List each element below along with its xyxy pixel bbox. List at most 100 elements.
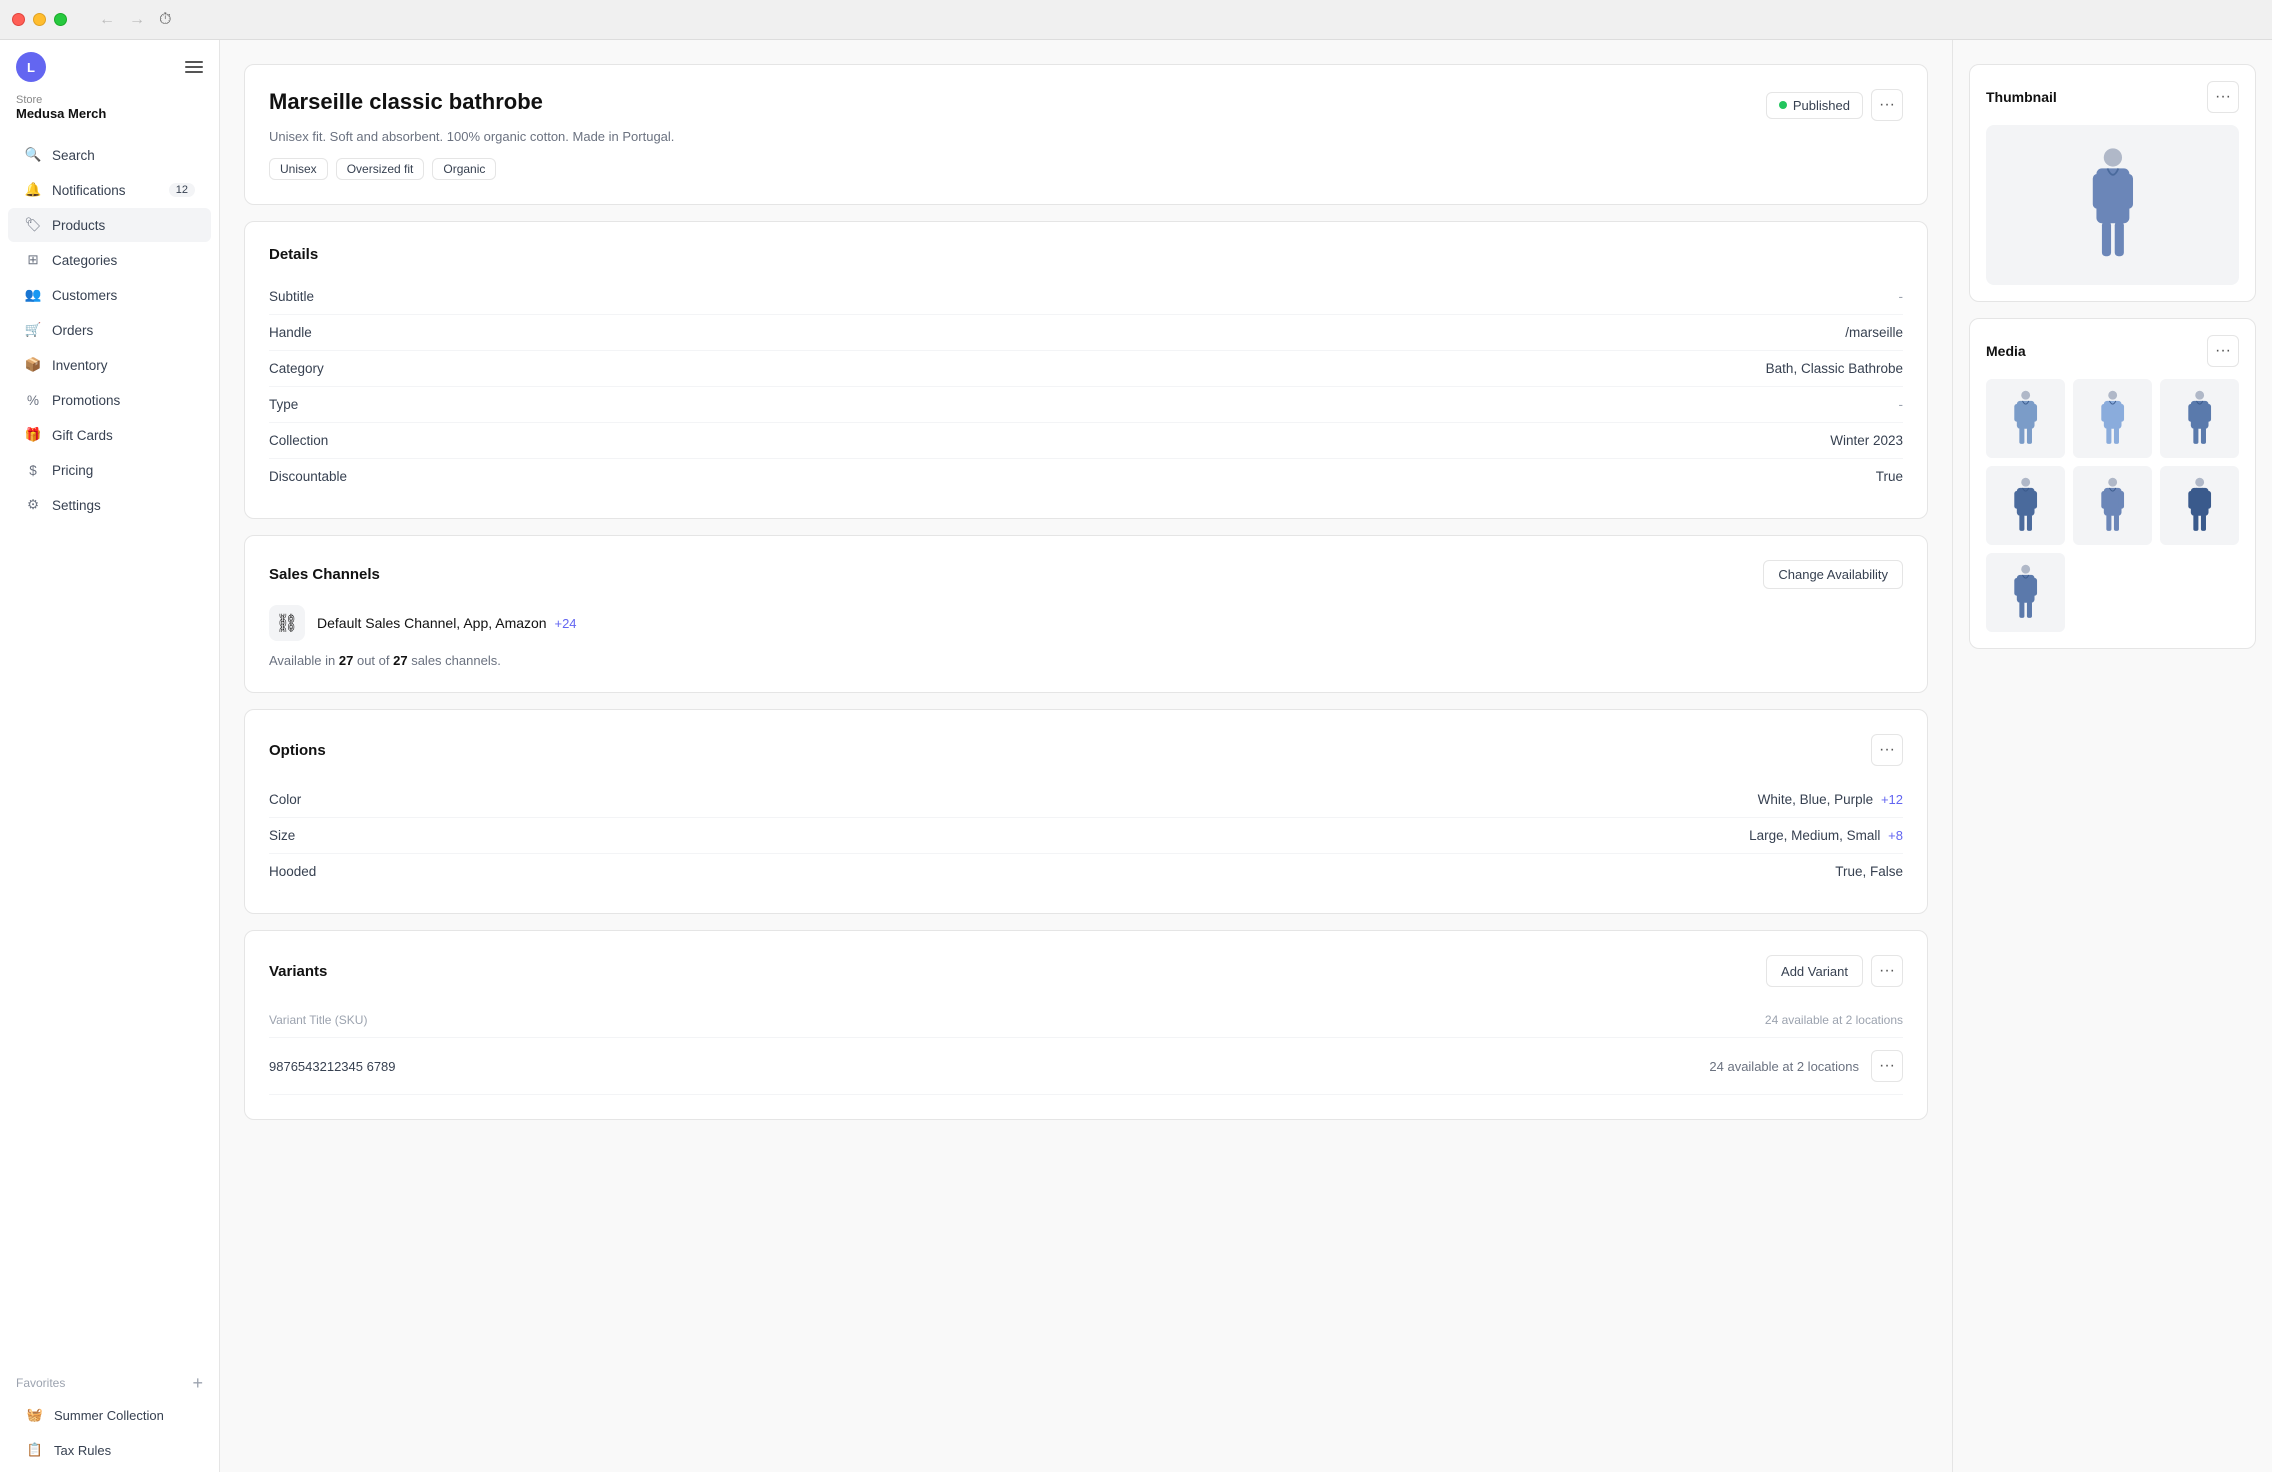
thumbnail-title: Thumbnail [1986, 89, 2057, 105]
detail-value: - [1899, 289, 1904, 304]
option-extra: +12 [1881, 792, 1903, 807]
favorites-item-tax-rules[interactable]: 📋 Tax Rules [16, 1433, 203, 1467]
sidebar-item-orders[interactable]: 🛒 Orders [8, 313, 211, 347]
thumbnail-more-button[interactable]: ··· [2207, 81, 2239, 113]
product-tags: UnisexOversized fitOrganic [269, 158, 1903, 180]
media-thumbnail[interactable] [1986, 466, 2065, 545]
option-value-container: Large, Medium, Small +8 [1749, 828, 1903, 843]
sidebar-item-categories[interactable]: ⊞ Categories [8, 243, 211, 277]
detail-row: Type - [269, 387, 1903, 423]
favorites-label: Favorites [16, 1376, 65, 1390]
variants-card: Variants Add Variant ··· Variant Title (… [244, 930, 1928, 1120]
favorite-label: Summer Collection [54, 1408, 164, 1423]
shopping-cart-icon: 🛒 [24, 321, 42, 339]
detail-label: Subtitle [269, 289, 314, 304]
detail-row: Handle /marseille [269, 315, 1903, 351]
option-label: Size [269, 828, 295, 843]
detail-row: Subtitle - [269, 279, 1903, 315]
favorite-icon: 📋 [24, 1439, 46, 1461]
variants-actions: Add Variant ··· [1766, 955, 1903, 987]
media-person-svg [2000, 561, 2051, 624]
available-suffix: sales channels. [411, 653, 501, 668]
option-row: Color White, Blue, Purple +12 [269, 782, 1903, 818]
favorites-add-button[interactable]: + [192, 1374, 203, 1392]
sidebar-item-inventory[interactable]: 📦 Inventory [8, 348, 211, 382]
thumbnail-image[interactable] [1986, 125, 2239, 285]
media-thumbnail[interactable] [1986, 379, 2065, 458]
hamburger-menu[interactable] [185, 61, 203, 73]
option-value: White, Blue, Purple [1758, 792, 1874, 807]
sidebar-item-pricing[interactable]: $ Pricing [8, 453, 211, 487]
sidebar-item-label: Orders [52, 323, 93, 338]
detail-row: Discountable True [269, 459, 1903, 494]
detail-row: Category Bath, Classic Bathrobe [269, 351, 1903, 387]
sidebar-nav: 🔍 Search 🔔 Notifications 12 🏷 Products ⊞… [0, 133, 219, 1362]
options-card: Options ··· Color White, Blue, Purple +1… [244, 709, 1928, 914]
sidebar-item-products[interactable]: 🏷 Products [8, 208, 211, 242]
product-description: Unisex fit. Soft and absorbent. 100% org… [269, 129, 1903, 144]
header-actions: Published ··· [1766, 89, 1903, 121]
tag-icon: 🏷 [24, 216, 42, 234]
options-header: Options ··· [269, 734, 1903, 766]
avatar[interactable]: L [16, 52, 46, 82]
sidebar-item-search[interactable]: 🔍 Search [8, 138, 211, 172]
change-availability-button[interactable]: Change Availability [1763, 560, 1903, 589]
sidebar-item-settings[interactable]: ⚙ Settings [8, 488, 211, 522]
search-icon: 🔍 [24, 146, 42, 164]
details-section: Details Subtitle - Handle /marseille Cat… [269, 246, 1903, 494]
product-more-button[interactable]: ··· [1871, 89, 1903, 121]
detail-value: - [1899, 397, 1904, 412]
settings-icon: ⚙ [24, 496, 42, 514]
sales-channel-extra: +24 [554, 616, 576, 631]
back-button[interactable]: ← [95, 9, 119, 31]
media-thumbnail[interactable] [1986, 553, 2065, 632]
media-thumbnail[interactable] [2073, 466, 2152, 545]
detail-label: Type [269, 397, 298, 412]
maximize-button[interactable] [54, 13, 67, 26]
percent-icon: % [24, 391, 42, 409]
sidebar-item-customers[interactable]: 👥 Customers [8, 278, 211, 312]
option-label: Hooded [269, 864, 316, 879]
favorites-item-summer-collection[interactable]: 🧺 Summer Collection [16, 1398, 203, 1432]
product-title: Marseille classic bathrobe [269, 89, 543, 115]
detail-value: Bath, Classic Bathrobe [1766, 361, 1903, 376]
forward-button[interactable]: → [125, 9, 149, 31]
center-column: Marseille classic bathrobe Published ···… [220, 40, 1952, 1472]
media-header: Media ··· [1986, 335, 2239, 367]
product-tag: Organic [432, 158, 496, 180]
media-card: Media ··· [1969, 318, 2256, 649]
close-button[interactable] [12, 13, 25, 26]
media-thumbnail[interactable] [2160, 379, 2239, 458]
sidebar-item-label: Promotions [52, 393, 120, 408]
sidebar-item-promotions[interactable]: % Promotions [8, 383, 211, 417]
details-card: Details Subtitle - Handle /marseille Cat… [244, 221, 1928, 519]
sidebar-item-label: Pricing [52, 463, 93, 478]
minimize-button[interactable] [33, 13, 46, 26]
sidebar-item-gift-cards[interactable]: 🎁 Gift Cards [8, 418, 211, 452]
variants-title: Variants [269, 963, 327, 980]
variants-header: Variants Add Variant ··· [269, 955, 1903, 987]
product-header-card: Marseille classic bathrobe Published ···… [244, 64, 1928, 205]
media-more-button[interactable]: ··· [2207, 335, 2239, 367]
detail-label: Discountable [269, 469, 347, 484]
history-button[interactable]: ⏱ [155, 9, 175, 31]
media-thumbnail[interactable] [2160, 466, 2239, 545]
media-thumbnail[interactable] [2073, 379, 2152, 458]
variant-more-button[interactable]: ··· [1871, 1050, 1903, 1082]
sidebar-item-notifications[interactable]: 🔔 Notifications 12 [8, 173, 211, 207]
option-extra: +8 [1888, 828, 1903, 843]
variants-more-button[interactable]: ··· [1871, 955, 1903, 987]
sales-channel-icon: ⛓ [269, 605, 305, 641]
sales-channels-header: Sales Channels Change Availability [269, 560, 1903, 589]
options-more-button[interactable]: ··· [1871, 734, 1903, 766]
option-row: Size Large, Medium, Small +8 [269, 818, 1903, 854]
detail-label: Collection [269, 433, 328, 448]
sidebar-header: L [0, 40, 219, 90]
status-badge[interactable]: Published [1766, 92, 1863, 119]
thumbnail-person-svg [2037, 141, 2189, 269]
add-variant-button[interactable]: Add Variant [1766, 955, 1863, 987]
sidebar-item-label: Products [52, 218, 105, 233]
sidebar-item-label: Customers [52, 288, 117, 303]
detail-row: Collection Winter 2023 [269, 423, 1903, 459]
media-grid [1986, 379, 2239, 632]
